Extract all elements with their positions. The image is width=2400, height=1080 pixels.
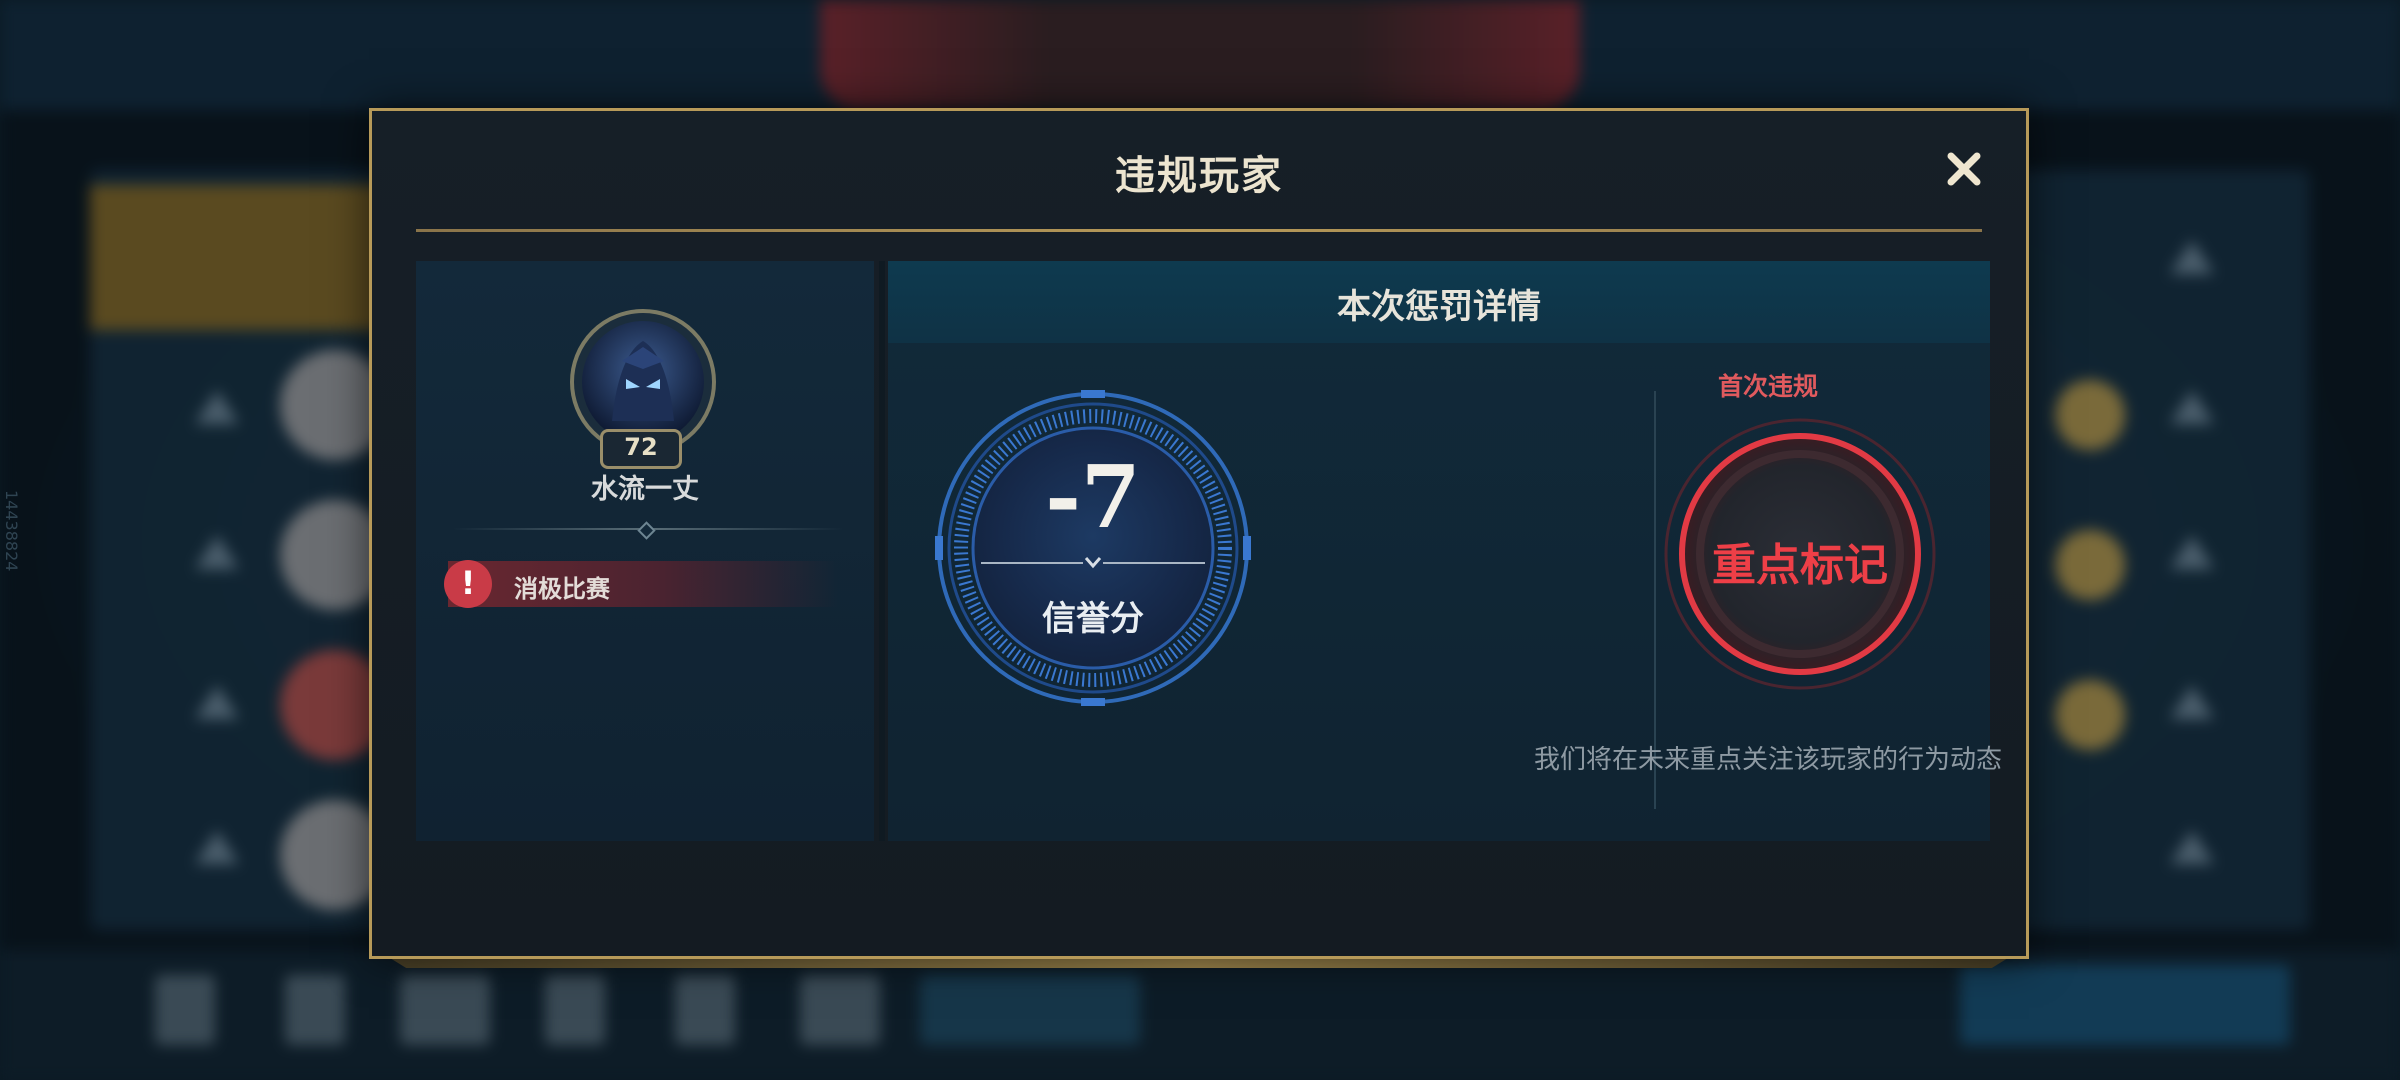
background-menu-item <box>920 975 1140 1045</box>
player-name: 水流一丈 <box>591 474 699 505</box>
penalty-panel: 本次惩罚详情 -7 信誉分 首次违规 重点标记 我们将在未来重点关注该玩家的行为… <box>888 261 2002 841</box>
background-highlight-row <box>90 185 390 330</box>
background-menu-item <box>545 975 605 1045</box>
panel-separator <box>879 261 885 841</box>
background-menu-item <box>800 975 880 1045</box>
player-card: 72 水流一丈 ! 消极比赛 <box>416 261 874 841</box>
background-rank-icon <box>2170 240 2214 274</box>
background-score-banner <box>820 0 1580 110</box>
credit-score-label: 信誉分 <box>1042 599 1144 639</box>
background-rank-icon <box>2170 535 2214 569</box>
penalty-title: 本次惩罚详情 <box>1337 287 1541 327</box>
background-menu-item <box>285 975 345 1045</box>
background-medal <box>2055 680 2125 750</box>
credit-score-change: -7 <box>1045 447 1141 548</box>
player-level-badge: 72 <box>600 429 682 469</box>
side-id-text: 14438824 <box>2 490 21 572</box>
background-menu-item <box>400 975 490 1045</box>
violation-label: 消极比赛 <box>514 575 610 603</box>
first-violation-label: 首次违规 <box>1717 372 1818 401</box>
close-icon[interactable] <box>1942 147 1986 191</box>
background-medal <box>2055 530 2125 600</box>
background-rank-icon <box>195 390 239 424</box>
background-rank-icon <box>195 535 239 569</box>
divider-diamond-icon <box>637 521 656 540</box>
background-rank-icon <box>195 685 239 719</box>
violation-tag: ! 消极比赛 <box>444 560 838 608</box>
background-rank-icon <box>2170 685 2214 719</box>
penalty-header: 本次惩罚详情 <box>888 261 1990 343</box>
exclamation-icon: ! <box>444 560 492 608</box>
violation-dialog: 违规玩家 72 水流一丈 ! 消极比赛 本次惩罚详情 -7 信誉分 首次违规 重… <box>369 108 2029 959</box>
key-mark-description: 我们将在未来重点关注该玩家的行为动态 <box>1533 745 2002 775</box>
background-rank-icon <box>2170 830 2214 864</box>
background-start-button <box>1960 965 2290 1045</box>
background-rank-icon <box>2170 390 2214 424</box>
hero-portrait-icon <box>582 321 704 443</box>
key-mark-label: 重点标记 <box>1712 540 1888 591</box>
background-rank-icon <box>195 830 239 864</box>
credit-score-ring-icon <box>935 390 1251 706</box>
title-divider <box>416 229 1982 232</box>
dialog-title: 违规玩家 <box>1115 153 1283 199</box>
background-menu-item <box>155 975 215 1045</box>
background-menu-item <box>675 975 735 1045</box>
dialog-footer-trim <box>390 958 2008 968</box>
background-medal <box>2055 380 2125 450</box>
